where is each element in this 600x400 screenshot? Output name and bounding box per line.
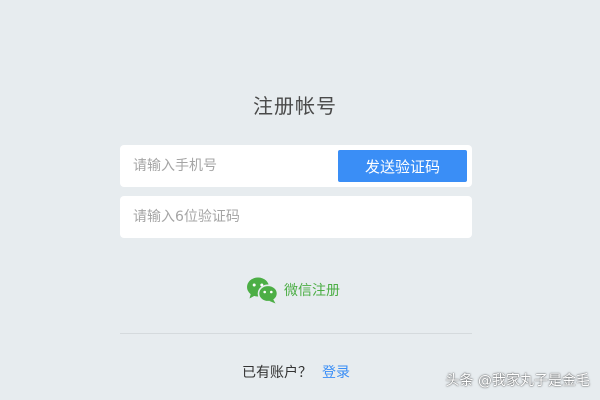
watermark: 头条 @我家丸子是金毛 (445, 373, 590, 389)
send-code-button[interactable]: 发送验证码 (338, 150, 467, 182)
divider (120, 333, 472, 334)
code-field-container (120, 196, 472, 238)
phone-field-container: 发送验证码 (120, 145, 472, 187)
login-link[interactable]: 登录 (322, 365, 350, 381)
page-title: 注册帐号 (253, 94, 337, 118)
wechat-register-link[interactable]: 微信注册 (246, 276, 340, 304)
verification-code-input[interactable] (120, 196, 472, 238)
register-page: 注册帐号 发送验证码 微信注册 已有账户？ 登录 头条 @我家丸子是金毛 (0, 0, 600, 400)
phone-input[interactable] (120, 145, 336, 187)
wechat-register-label: 微信注册 (284, 283, 340, 299)
login-prompt-text: 已有账户？ (242, 365, 312, 381)
wechat-icon (246, 276, 279, 304)
